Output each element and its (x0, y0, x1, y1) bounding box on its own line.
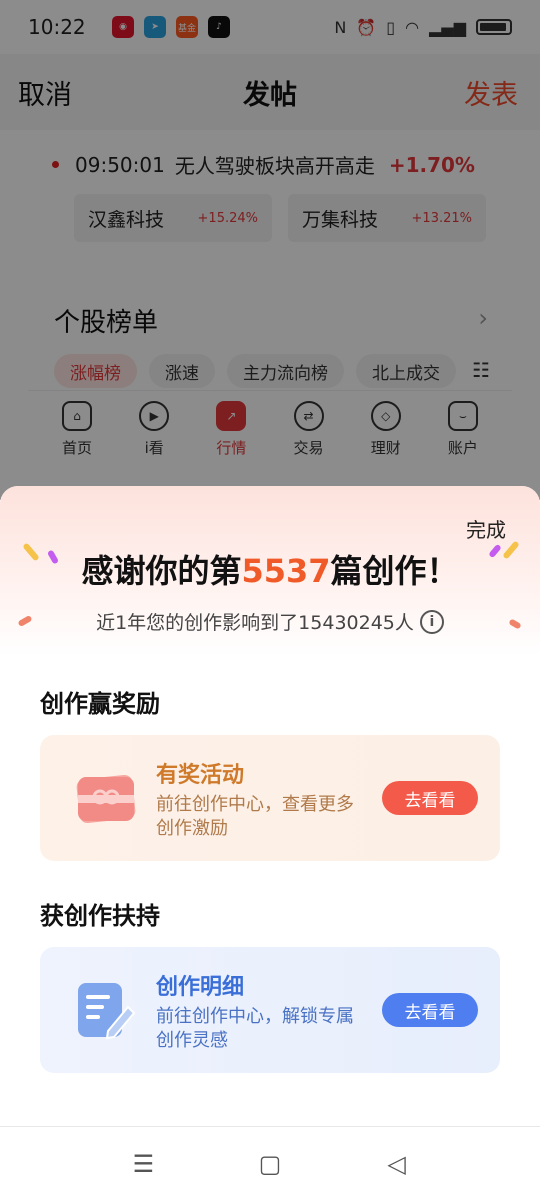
section-title-rewards: 创作赢奖励 (40, 690, 160, 718)
card-description: 前往创作中心，查看更多创作激励 (156, 794, 354, 839)
impact-text: 近1年您的创作影响到了15430245人 (96, 612, 414, 634)
document-edit-icon (78, 983, 136, 1040)
creation-details-card[interactable]: 创作明细 前往创作中心，解锁专属创作灵感 去看看 (40, 947, 500, 1073)
go-see-button[interactable]: 去看看 (382, 781, 478, 815)
creation-complete-sheet: 完成 感谢你的第5537篇创作！ 近1年您的创作影响到了15430245人 i … (0, 486, 540, 1126)
section-title-support: 获创作扶持 (40, 902, 160, 930)
done-button[interactable]: 完成 (466, 514, 506, 543)
go-see-button[interactable]: 去看看 (382, 993, 478, 1027)
thanks-suffix: 篇创作！ (330, 552, 459, 590)
thanks-prefix: 感谢你的第 (81, 552, 242, 590)
reward-activity-card[interactable]: 有奖活动 前往创作中心，查看更多创作激励 去看看 (40, 735, 500, 861)
back-triangle-icon[interactable]: ◁ (377, 1150, 417, 1178)
thanks-heading: 感谢你的第5537篇创作！ (0, 546, 540, 592)
modal-overlay[interactable] (0, 0, 540, 500)
creation-count: 5537 (241, 552, 331, 590)
menu-icon[interactable]: ☰ (123, 1150, 163, 1178)
home-square-icon[interactable]: ▢ (250, 1150, 290, 1178)
system-navigation-bar: ☰ ▢ ◁ (0, 1126, 540, 1200)
card-description: 前往创作中心，解锁专属创作灵感 (156, 1006, 354, 1051)
card-title: 创作明细 (156, 975, 245, 1000)
card-title: 有奖活动 (156, 763, 245, 788)
info-icon[interactable]: i (419, 609, 444, 634)
gift-ticket-icon (76, 774, 136, 824)
impact-line: 近1年您的创作影响到了15430245人 i (0, 608, 540, 635)
